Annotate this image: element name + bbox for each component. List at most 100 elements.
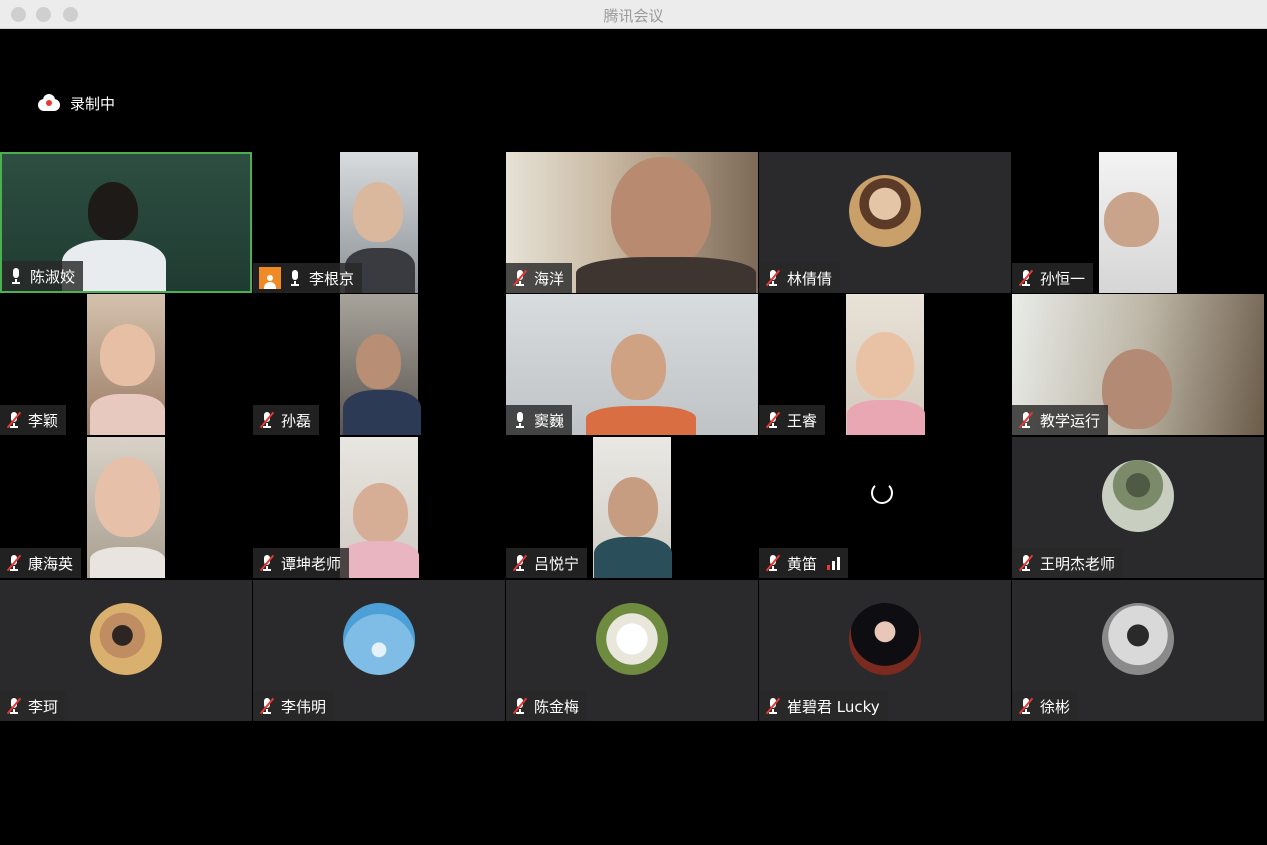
mic-muted-icon — [512, 269, 528, 287]
participant-avatar — [596, 603, 668, 675]
participant-tile[interactable]: 崔碧君 Lucky — [759, 580, 1011, 721]
participant-namebar: 吕悦宁 — [506, 548, 588, 578]
person-silhouette — [576, 257, 756, 293]
mic-muted-icon — [1018, 411, 1034, 429]
person-silhouette — [611, 334, 666, 400]
recording-indicator[interactable]: 录制中 — [38, 93, 115, 114]
meeting-stage: 录制中 陈淑姣 李根京 海洋 林倩倩 孙恒一 李颖 孙磊 窦巍 王睿 教学运行 … — [0, 29, 1267, 845]
person-silhouette — [856, 332, 914, 398]
participant-grid: 陈淑姣 李根京 海洋 林倩倩 孙恒一 李颖 孙磊 窦巍 王睿 教学运行 康海英 … — [0, 152, 1267, 722]
participant-avatar — [849, 603, 921, 675]
person-silhouette — [594, 537, 672, 578]
mic-icon — [8, 267, 24, 285]
participant-tile[interactable]: 林倩倩 — [759, 152, 1011, 293]
participant-tile[interactable]: 窦巍 — [506, 294, 758, 435]
participant-namebar: 谭坤老师 — [253, 548, 350, 578]
mic-muted-icon — [1018, 269, 1034, 287]
person-silhouette — [343, 390, 421, 435]
participant-name: 教学运行 — [1040, 411, 1101, 430]
participant-tile[interactable]: 陈金梅 — [506, 580, 758, 721]
recording-label: 录制中 — [70, 95, 116, 113]
participant-tile[interactable]: 王明杰老师 — [1012, 437, 1264, 578]
participant-tile[interactable]: 海洋 — [506, 152, 758, 293]
participant-tile[interactable]: 陈淑姣 — [0, 152, 252, 293]
participant-namebar: 教学运行 — [1012, 405, 1109, 435]
person-silhouette — [90, 547, 165, 578]
participant-tile[interactable]: 李根京 — [253, 152, 505, 293]
participant-namebar: 王睿 — [759, 405, 826, 435]
participant-name: 王睿 — [787, 411, 818, 430]
participant-name: 李伟明 — [281, 697, 327, 716]
window-titlebar: 腾讯会议 — [0, 0, 1267, 29]
mic-muted-icon — [6, 411, 22, 429]
participant-name: 林倩倩 — [787, 269, 833, 288]
participant-name: 谭坤老师 — [281, 554, 342, 573]
participant-tile[interactable]: 徐彬 — [1012, 580, 1264, 721]
participant-tile[interactable]: 康海英 — [0, 437, 252, 578]
participant-tile[interactable]: 教学运行 — [1012, 294, 1264, 435]
mic-muted-icon — [259, 697, 275, 715]
participant-name: 海洋 — [534, 269, 565, 288]
participant-namebar: 林倩倩 — [759, 263, 841, 293]
participant-tile[interactable]: 李伟明 — [253, 580, 505, 721]
host-badge-icon — [259, 267, 281, 289]
participant-namebar: 海洋 — [506, 263, 573, 293]
mic-muted-icon — [765, 411, 781, 429]
participant-tile[interactable]: 谭坤老师 — [253, 437, 505, 578]
mic-muted-icon — [6, 554, 22, 572]
participant-name: 陈淑姣 — [30, 267, 76, 286]
participant-namebar: 王明杰老师 — [1012, 548, 1124, 578]
participant-avatar — [343, 603, 415, 675]
person-silhouette — [100, 324, 155, 386]
participant-tile[interactable]: 李颖 — [0, 294, 252, 435]
person-silhouette — [353, 182, 403, 242]
mic-muted-icon — [6, 697, 22, 715]
participant-tile[interactable]: 黄笛 — [759, 437, 1011, 578]
person-silhouette — [341, 541, 419, 578]
participant-name: 康海英 — [28, 554, 74, 573]
participant-tile[interactable]: 李珂 — [0, 580, 252, 721]
participant-tile[interactable]: 吕悦宁 — [506, 437, 758, 578]
participant-avatar — [849, 175, 921, 247]
participant-avatar — [1102, 460, 1174, 532]
participant-namebar: 李伟明 — [253, 691, 335, 721]
participant-tile[interactable]: 孙恒一 — [1012, 152, 1264, 293]
participant-name: 王明杰老师 — [1040, 554, 1116, 573]
participant-namebar: 李根京 — [253, 263, 363, 293]
mic-muted-icon — [512, 697, 528, 715]
person-silhouette — [1102, 349, 1172, 429]
mic-icon — [287, 269, 303, 287]
participant-name: 陈金梅 — [534, 697, 580, 716]
person-silhouette — [586, 406, 696, 435]
participant-namebar: 陈淑姣 — [2, 261, 84, 291]
participant-tile[interactable]: 孙磊 — [253, 294, 505, 435]
person-silhouette — [611, 157, 711, 267]
window-title: 腾讯会议 — [603, 7, 664, 25]
mic-muted-icon — [765, 269, 781, 287]
person-silhouette — [608, 477, 658, 537]
participant-namebar: 李颖 — [0, 405, 67, 435]
participant-avatar — [90, 603, 162, 675]
participant-tile[interactable]: 王睿 — [759, 294, 1011, 435]
participant-namebar: 窦巍 — [506, 405, 573, 435]
participant-name: 徐彬 — [1040, 697, 1071, 716]
person-silhouette — [88, 182, 138, 240]
participant-namebar: 李珂 — [0, 691, 67, 721]
person-silhouette — [353, 483, 408, 543]
participant-namebar: 孙恒一 — [1012, 263, 1094, 293]
person-silhouette — [847, 400, 925, 435]
participant-name: 李颖 — [28, 411, 59, 430]
signal-strength-icon — [827, 556, 841, 570]
participant-namebar: 孙磊 — [253, 405, 320, 435]
mic-icon — [512, 411, 528, 429]
loading-spinner-icon — [871, 482, 893, 504]
mic-muted-icon — [512, 554, 528, 572]
participant-namebar: 崔碧君 Lucky — [759, 691, 888, 721]
mic-muted-icon — [1018, 697, 1034, 715]
participant-namebar: 陈金梅 — [506, 691, 588, 721]
mic-muted-icon — [259, 411, 275, 429]
participant-name: 吕悦宁 — [534, 554, 580, 573]
person-silhouette — [1104, 192, 1159, 247]
participant-avatar — [1102, 603, 1174, 675]
participant-name: 李珂 — [28, 697, 59, 716]
